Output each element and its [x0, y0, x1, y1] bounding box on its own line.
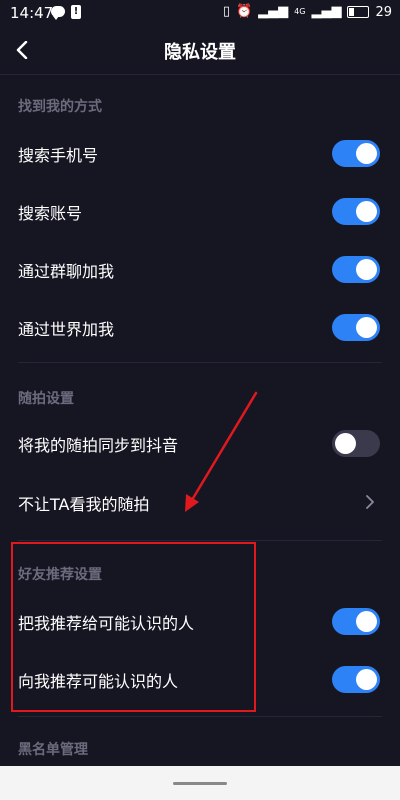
page-title: 隐私设置	[164, 42, 236, 63]
toggle-recommend-me[interactable]	[332, 608, 380, 635]
toggle-sync-douyin[interactable]	[332, 430, 380, 457]
toggle-knob	[335, 433, 356, 454]
toggle-search-phone[interactable]	[332, 140, 380, 167]
network-label: 4G	[294, 7, 306, 16]
home-indicator[interactable]	[173, 782, 227, 785]
setting-row-hide-snapshot[interactable]: 不让TA看我的随拍	[0, 475, 400, 531]
status-time: 14:47	[10, 4, 54, 22]
toggle-knob	[356, 259, 377, 280]
setting-row-world: 通过世界加我	[0, 300, 400, 356]
section-title-blacklist[interactable]: 黑名单管理	[18, 739, 88, 759]
status-bar: 14:47 ! ▯ ⏰ ▂▄▆ 4G ▂▄▆ 29	[0, 0, 400, 28]
setting-row-search-account: 搜索账号	[0, 184, 400, 240]
chat-notification-icon	[51, 6, 65, 20]
signal-icon-2: ▂▄▆	[311, 4, 342, 19]
setting-label: 不让TA看我的随拍	[18, 495, 150, 514]
status-icons: ▯ ⏰ ▂▄▆ 4G ▂▄▆ 29	[223, 3, 392, 21]
header-divider	[0, 74, 400, 75]
toggle-knob	[356, 317, 377, 338]
toggle-recommend-to-me[interactable]	[332, 666, 380, 693]
toggle-knob	[356, 611, 377, 632]
section-divider	[18, 716, 382, 717]
vibrate-icon: ▯	[222, 4, 230, 19]
setting-row-sync-douyin: 将我的随拍同步到抖音	[0, 416, 400, 472]
toggle-knob	[356, 669, 377, 690]
setting-label: 将我的随拍同步到抖音	[18, 436, 179, 455]
battery-level: 29	[375, 4, 392, 20]
page-header: 隐私设置	[0, 28, 400, 72]
toggle-knob	[356, 143, 377, 164]
alarm-icon: ⏰	[235, 4, 253, 19]
setting-label: 通过世界加我	[18, 320, 115, 339]
annotation-highlight-box	[11, 542, 256, 712]
setting-row-search-phone: 搜索手机号	[0, 126, 400, 182]
system-nav-bar	[0, 766, 400, 800]
section-title-snapshot: 随拍设置	[18, 391, 74, 407]
section-divider	[18, 362, 382, 363]
signal-icon: ▂▄▆	[258, 4, 289, 19]
setting-label: 通过群聊加我	[18, 262, 115, 281]
toggle-knob	[356, 201, 377, 222]
section-divider	[18, 540, 382, 541]
toggle-group-chat[interactable]	[332, 256, 380, 283]
battery-icon	[347, 6, 370, 18]
setting-label: 搜索手机号	[18, 146, 99, 165]
toggle-world[interactable]	[332, 314, 380, 341]
toggle-search-account[interactable]	[332, 198, 380, 225]
alert-notification-icon: !	[71, 5, 81, 19]
setting-label: 搜索账号	[18, 204, 83, 223]
setting-row-group-chat: 通过群聊加我	[0, 242, 400, 298]
chevron-right-icon	[366, 495, 374, 509]
section-title-find-me: 找到我的方式	[18, 99, 102, 115]
